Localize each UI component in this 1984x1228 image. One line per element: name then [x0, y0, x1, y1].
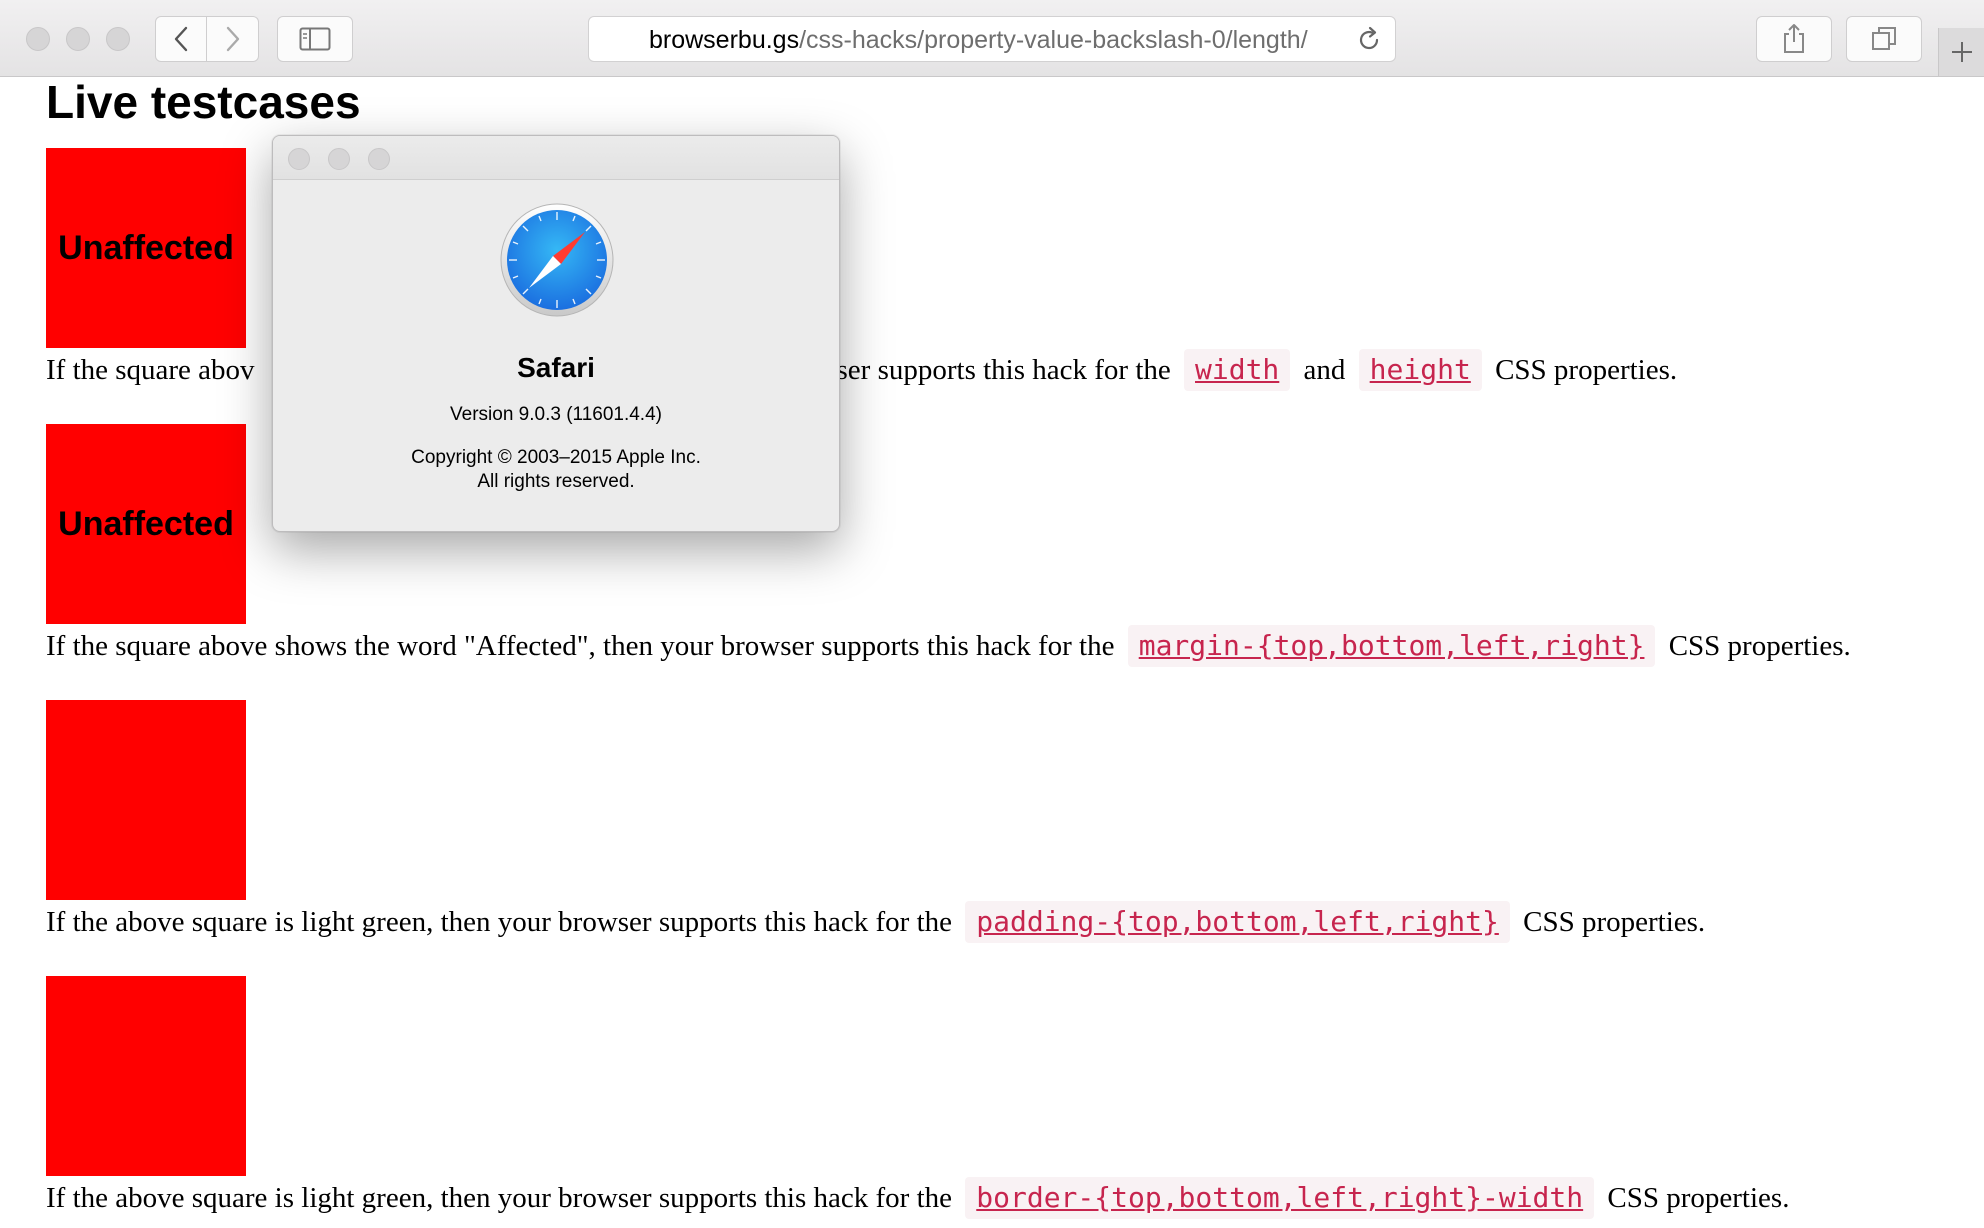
close-window-button[interactable] — [26, 27, 50, 51]
square-label: Unaffected — [58, 228, 234, 267]
desc-text: and — [1303, 354, 1346, 386]
safari-compass-icon — [500, 203, 614, 317]
rights-line: All rights reserved. — [477, 471, 635, 492]
testcase-description-3: If the above square is light green, then… — [46, 901, 1705, 943]
desc-text: CSS properties. — [1495, 354, 1678, 386]
testcase-description-2: If the square above shows the word "Affe… — [46, 625, 1851, 667]
code-link-width[interactable]: width — [1184, 349, 1291, 391]
chevron-left-icon — [174, 26, 188, 52]
new-tab-button[interactable] — [1938, 28, 1984, 76]
testcase-square-4 — [46, 976, 246, 1176]
sidebar-icon — [299, 27, 331, 51]
browser-toolbar: browserbu.gs/css-hacks/property-value-ba… — [0, 0, 1984, 77]
share-icon — [1784, 24, 1804, 53]
dialog-close-button[interactable] — [288, 148, 310, 170]
dialog-zoom-button[interactable] — [368, 148, 390, 170]
copyright-line: Copyright © 2003–2015 Apple Inc. — [411, 447, 701, 468]
desc-text: If the above square is light green, then… — [46, 1182, 953, 1214]
testcase-square-1: Unaffected — [46, 148, 246, 348]
share-button[interactable] — [1756, 16, 1832, 62]
url-path: /css-hacks/property-value-backslash-0/le… — [799, 26, 1308, 54]
code-link-padding[interactable]: padding-{top,bottom,left,right} — [965, 901, 1510, 943]
desc-text: CSS properties. — [1668, 630, 1851, 662]
square-label: Unaffected — [58, 504, 234, 543]
code-link-height[interactable]: height — [1358, 349, 1482, 391]
dialog-titlebar — [273, 136, 839, 180]
tabs-overview-icon — [1872, 27, 1896, 50]
desc-text: If the above square is light green, then… — [46, 906, 953, 938]
address-bar[interactable]: browserbu.gs/css-hacks/property-value-ba… — [588, 16, 1396, 62]
testcase-description-4: If the above square is light green, then… — [46, 1177, 1789, 1219]
url-text[interactable]: browserbu.gs/css-hacks/property-value-ba… — [649, 26, 1308, 55]
app-copyright: Copyright © 2003–2015 Apple Inc. All rig… — [273, 446, 839, 494]
desc-text: CSS properties. — [1523, 906, 1706, 938]
back-button[interactable] — [155, 16, 207, 62]
app-version[interactable]: Version 9.0.3 (11601.4.4) — [273, 404, 839, 426]
dialog-minimize-button[interactable] — [328, 148, 350, 170]
code-link-margin[interactable]: margin-{top,bottom,left,right} — [1127, 625, 1656, 667]
sidebar-button[interactable] — [277, 16, 353, 62]
minimize-window-button[interactable] — [66, 27, 90, 51]
desc-text: CSS properties. — [1607, 1182, 1790, 1214]
desc-text: wser supports this hack for the — [815, 354, 1171, 386]
chevron-right-icon — [226, 26, 239, 52]
forward-button[interactable] — [207, 16, 259, 62]
testcase-square-3 — [46, 700, 246, 900]
page-title: Live testcases — [46, 76, 361, 128]
desc-text: If the square above shows the word "Affe… — [46, 630, 1115, 662]
about-safari-dialog: Safari Version 9.0.3 (11601.4.4) Copyrig… — [272, 135, 840, 532]
plus-icon — [1951, 42, 1972, 62]
zoom-window-button[interactable] — [106, 27, 130, 51]
testcase-square-2: Unaffected — [46, 424, 246, 624]
desc-text: If the square abov — [46, 354, 255, 386]
code-link-border-width[interactable]: border-{top,bottom,left,right}-width — [965, 1177, 1595, 1219]
tab-overview-button[interactable] — [1846, 16, 1922, 62]
reload-icon[interactable] — [1355, 26, 1383, 54]
url-host: browserbu.gs — [649, 26, 800, 54]
app-name: Safari — [517, 352, 595, 383]
